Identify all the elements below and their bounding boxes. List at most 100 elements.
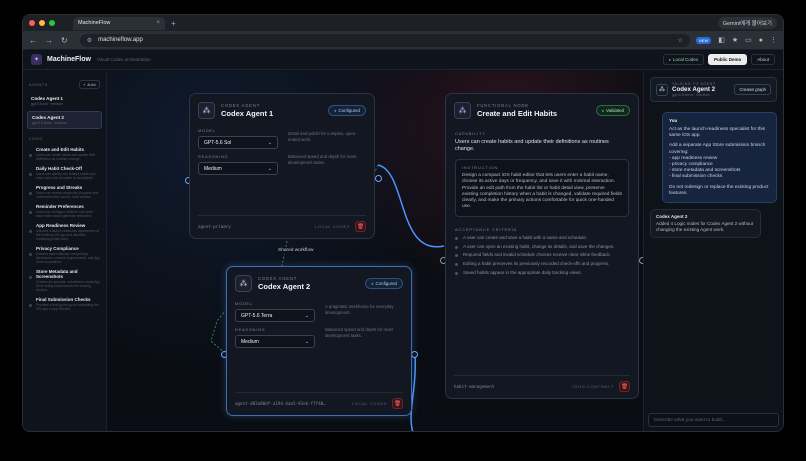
logic-bullet-icon (29, 304, 32, 307)
logic-item[interactable]: Privacy Compliance Ensures data collectio… (27, 244, 102, 267)
logic-bullet-icon (29, 154, 32, 157)
chat-agent-meta: gpt-5.6-terra · medium (672, 93, 710, 97)
logic-name: Store Metadata and Screenshots (36, 269, 78, 279)
shared-workflow-label: Shared workflow (275, 247, 317, 254)
configured-badge: Configured (328, 105, 366, 116)
gemini-button[interactable]: Gemini에게 물어보기 (717, 17, 777, 29)
reasoning-select[interactable]: Medium ⌄ (235, 335, 315, 348)
brand-name: MachineFlow (47, 56, 91, 63)
browser-window: MachineFlow × + Gemini에게 물어보기 ← → ↻ ⚙ ma… (22, 14, 784, 432)
site-info-icon[interactable]: ⚙ (87, 37, 92, 44)
talking-to-agent: ⁂ TALKING TO AGENT Codex Agent 2 gpt-5.6… (650, 77, 777, 102)
url-text: machineflow.app (98, 37, 143, 43)
sidebar: AGENTS + Add Codex Agent 1 gpt-5.6-sol ·… (23, 71, 107, 431)
tab-close-icon[interactable]: × (156, 20, 160, 26)
reasoning-select[interactable]: Medium ⌄ (198, 162, 278, 175)
agent2-out-port[interactable] (411, 351, 418, 358)
bookmarks-icon[interactable]: ★ (732, 36, 738, 44)
browser-tab[interactable]: MachineFlow × (73, 16, 165, 30)
workflow-canvas[interactable]: ⁂ CODEX AGENT Codex Agent 1 Configured M… (107, 71, 643, 431)
back-icon[interactable]: ← (29, 36, 37, 45)
logic-name: Create and Edit Habits (36, 147, 85, 152)
logic-item[interactable]: Create and Edit Habits Users can create h… (27, 145, 102, 164)
reasoning-row: REASONING Medium ⌄ Balanced speed and dep… (190, 149, 374, 175)
local-codex-status[interactable]: Local Codex (662, 54, 704, 65)
chat-panel: ⁂ TALKING TO AGENT Codex Agent 2 gpt-5.6… (643, 71, 783, 431)
reload-icon[interactable]: ↻ (61, 36, 68, 45)
public-demo-button[interactable]: Public Demo (707, 54, 748, 65)
agents-title: AGENTS (29, 82, 48, 87)
agent-icon: ⁂ (235, 275, 252, 292)
logic-desc: Ensures data collection and privacy disc… (36, 252, 100, 264)
card-kind: FUNCTIONAL NODE (477, 103, 529, 108)
logic-title: LOGIC (29, 137, 44, 141)
logic-item[interactable]: Daily Habit Check-Off Users can quickly s… (27, 164, 102, 183)
reply-name: Codex Agent 2 (656, 214, 688, 220)
bullet-icon (455, 271, 458, 275)
close-window-icon[interactable] (29, 20, 35, 26)
acceptance-text: Saved habits appear in the appropriate d… (463, 269, 582, 275)
acceptance-item: Editing a habit preserves its previously… (446, 261, 638, 267)
model-select[interactable]: GPT-5.6 Terra ⌄ (235, 309, 315, 322)
agent-id: agent-primary (198, 224, 231, 229)
logic-desc: Users can configure whether and when eac… (36, 210, 94, 218)
address-field[interactable]: ⚙ machineflow.app ☆ (79, 33, 690, 47)
reasoning-help: Balanced speed and depth for most develo… (288, 154, 356, 165)
local-codex-label: LOCAL CODEX (315, 224, 350, 229)
logic-item[interactable]: App Readiness Review Includes a launch re… (27, 221, 102, 244)
logic-name: Privacy Compliance (36, 246, 79, 251)
chevron-down-icon: ⌄ (267, 139, 272, 146)
card-kind: CODEX AGENT (258, 276, 298, 281)
model-select[interactable]: GPT-5.6 Sol ⌄ (198, 136, 278, 149)
new-tab-button[interactable]: + (171, 19, 176, 28)
functional-node-card[interactable]: ⁂ FUNCTIONAL NODE Create and Edit Habits… (445, 93, 639, 399)
reasoning-label: REASONING (198, 154, 229, 159)
maximize-window-icon[interactable] (49, 20, 55, 26)
agent-card-1[interactable]: ⁂ CODEX AGENT Codex Agent 1 Configured M… (189, 93, 375, 239)
agent-name: Codex Agent 2 (32, 115, 64, 120)
agent1-out-port[interactable] (375, 175, 382, 182)
delete-icon[interactable]: 🗑 (392, 398, 403, 409)
wire-shared-3 (210, 310, 226, 354)
json-contract-label: JSON CONTRACT (572, 384, 614, 389)
reply-text: Added 4 Logic nodes for Codex Agent 2 wi… (656, 221, 754, 233)
chat-input[interactable]: Describe what you want to build... (648, 413, 779, 427)
app-header: ✦ MachineFlow Visual Codex orchestration… (23, 50, 783, 70)
delete-icon[interactable]: 🗑 (355, 221, 366, 232)
logic-item[interactable]: Progress and Streaks Users can review com… (27, 183, 102, 202)
sidebar-agent-1[interactable]: Codex Agent 1 gpt-5.6-sol · medium (27, 93, 102, 109)
acceptance-text: Editing a habit preserves its previously… (463, 261, 610, 267)
model-label: MODEL (235, 301, 253, 306)
logic-desc: Creates an accurate, submission-ready Ap… (36, 280, 100, 292)
profile-avatar[interactable]: ● (759, 37, 763, 44)
about-button[interactable]: About (751, 54, 775, 65)
logic-name: Daily Habit Check-Off (36, 166, 83, 171)
instruction-text: Design a compact iOS habit editor that l… (462, 173, 622, 210)
agent-meta: gpt-5.6-sol · medium (31, 102, 64, 106)
acceptance-label: ACCEPTANCE CRITERIA (455, 226, 518, 232)
logic-bullet-icon (29, 253, 32, 256)
minimize-window-icon[interactable] (39, 20, 45, 26)
bookmark-star-icon[interactable]: ☆ (678, 37, 683, 44)
extensions-icon[interactable]: ◧ (718, 36, 725, 44)
logic-item[interactable]: Final Submission Checks Provides a final … (27, 295, 102, 314)
agent-reply: Codex Agent 2 Added 4 Logic nodes for Co… (650, 209, 761, 239)
creates-graph-button[interactable]: Creates graph (734, 84, 771, 95)
card-title: Codex Agent 2 (258, 282, 311, 291)
sidebar-toggle-icon[interactable]: ▭ (745, 36, 752, 44)
card-header: ⁂ CODEX AGENT Codex Agent 1 Configured (190, 94, 374, 123)
menu-icon[interactable]: ⋮ (770, 36, 777, 44)
sidebar-agent-2[interactable]: Codex Agent 2 gpt-5.6-terra · medium (27, 111, 102, 129)
forward-icon[interactable]: → (45, 36, 53, 45)
agent-icon: ⁂ (198, 102, 215, 119)
model-help: Detail and polish for complex, open-ende… (288, 131, 357, 142)
add-agent-button[interactable]: + Add (79, 80, 100, 89)
card-header: ⁂ FUNCTIONAL NODE Create and Edit Habits… (446, 94, 638, 123)
agent-card-2[interactable]: ⁂ CODEX AGENT Codex Agent 2 Configured M… (226, 266, 412, 416)
local-codex-label: LOCAL CODEX (352, 401, 387, 406)
bullet-icon (455, 245, 458, 249)
logic-item[interactable]: Reminder Preferences Users can configure … (27, 202, 102, 221)
logic-bullet-icon (29, 211, 32, 214)
logic-item[interactable]: Store Metadata and Screenshots Creates an… (27, 267, 102, 295)
delete-icon[interactable]: 🗑 (619, 381, 630, 392)
